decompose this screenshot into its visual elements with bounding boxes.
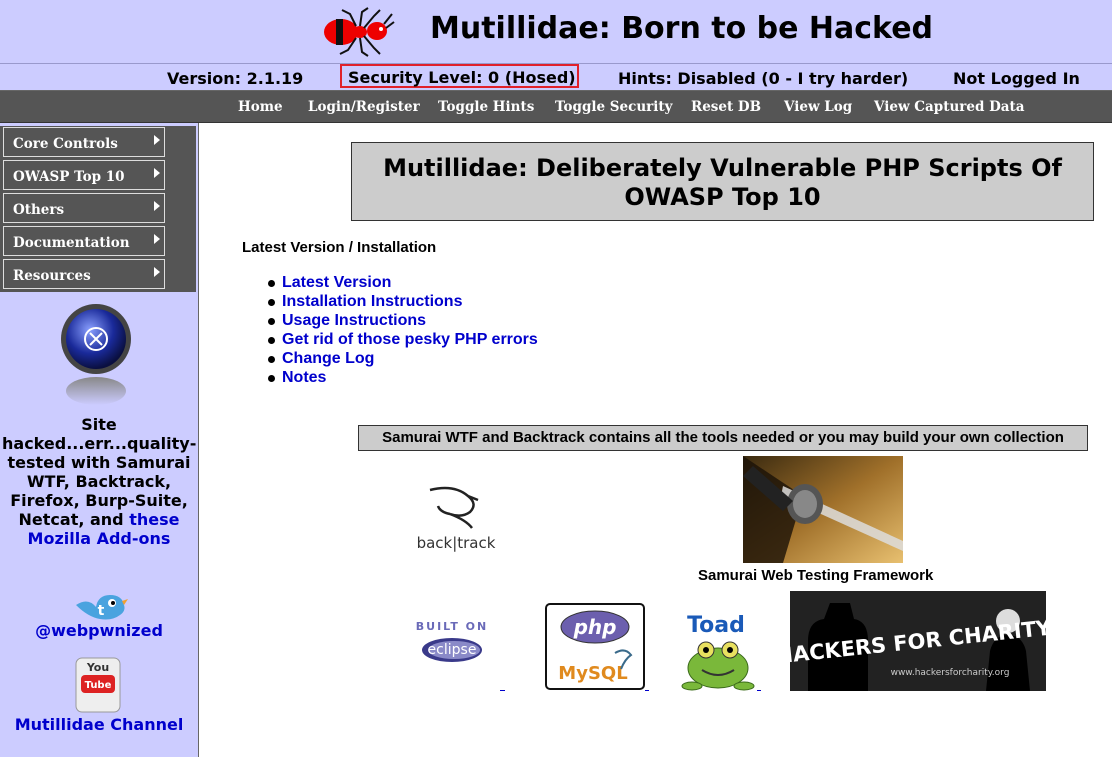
change-log-link[interactable]: Change Log [282,350,374,367]
hfc-url-text: www.hackersforcharity.org [891,668,1010,678]
backtrack-logo[interactable]: back|track [410,484,502,554]
sidebar-item-label: Documentation [13,235,130,251]
mysql-text: MySQL [558,663,627,684]
twitter-link[interactable]: @webpwnized [0,621,198,640]
list-item: Usage Instructions [268,312,538,331]
sidebar-item-label: OWASP Top 10 [13,169,125,185]
install-links-list: Latest Version Installation Instructions… [268,274,538,388]
chevron-right-icon [154,135,160,145]
hackers-for-charity-logo[interactable]: HACKERS FOR CHARITY www.hackersforcharit… [790,591,1046,691]
sidebar-item-label: Resources [13,268,91,284]
security-level-label: Security Level: 0 (Hosed) [340,64,579,88]
version-label: Version: 2.1.19 [167,69,304,88]
sidebar-menu: Core Controls OWASP Top 10 Others Docume… [0,126,196,292]
list-item: Get rid of those pesky PHP errors [268,331,538,350]
eclipse-text: eclipse [428,642,477,658]
chevron-right-icon [154,201,160,211]
status-bar: Version: 2.1.19 Security Level: 0 (Hosed… [0,64,1112,91]
page-header: Mutillidae: Born to be Hacked [0,0,1112,64]
nav-login-register[interactable]: Login/Register [308,99,420,115]
php-mysql-logo[interactable]: php MySQL [545,603,645,690]
ant-logo-icon [324,7,395,57]
samurai-sword-image[interactable] [743,456,903,563]
sidebar: Core Controls OWASP Top 10 Others Docume… [0,123,199,757]
list-item: Notes [268,369,538,388]
chevron-right-icon [154,234,160,244]
eclipse-built-on-text: BUILT ON [416,620,489,633]
top-nav-bar: Home Login/Register Toggle Hints Toggle … [0,91,1112,123]
site-tested-text: Site hacked...err...quality-tested with … [2,415,196,548]
nav-view-captured-data[interactable]: View Captured Data [874,99,1025,115]
sidebar-item-owasp-top-10[interactable]: OWASP Top 10 [3,160,165,190]
usage-instructions-link[interactable]: Usage Instructions [282,312,426,329]
samurai-caption: Samurai Web Testing Framework [698,567,934,584]
chevron-right-icon [154,168,160,178]
youtube-tube-text: Tube [85,680,112,691]
sidebar-item-resources[interactable]: Resources [3,259,165,289]
list-item: Change Log [268,350,538,369]
site-title: Mutillidae: Born to be Hacked [430,11,934,46]
latest-version-link[interactable]: Latest Version [282,274,391,291]
list-item: Installation Instructions [268,293,538,312]
youtube-icon[interactable]: You Tube [75,657,121,713]
link-underline [500,690,505,691]
list-item: Latest Version [268,274,538,293]
hints-status-label: Hints: Disabled (0 - I try harder) [618,69,909,88]
installation-instructions-link[interactable]: Installation Instructions [282,293,462,310]
sidebar-item-label: Core Controls [13,136,118,152]
nav-toggle-security[interactable]: Toggle Security [555,99,673,115]
svg-text:t: t [98,603,105,619]
owasp-logo-icon[interactable] [58,303,134,407]
twitter-bird-icon[interactable]: t [74,585,128,623]
php-text: php [573,615,617,639]
nav-view-log[interactable]: View Log [784,99,852,115]
youtube-channel-link[interactable]: Mutillidae Channel [0,715,198,734]
youtube-you-text: You [86,661,109,674]
nav-home[interactable]: Home [238,99,283,115]
tools-banner: Samurai WTF and Backtrack contains all t… [358,425,1088,451]
toad-logo[interactable]: Toad [678,610,758,692]
sidebar-item-core-controls[interactable]: Core Controls [3,127,165,157]
backtrack-text: back|track [417,534,496,552]
sidebar-item-label: Others [13,202,65,218]
php-errors-link[interactable]: Get rid of those pesky PHP errors [282,331,538,348]
sidebar-item-others[interactable]: Others [3,193,165,223]
link-underline [645,690,649,691]
nav-reset-db[interactable]: Reset DB [691,99,761,115]
link-underline [757,690,761,691]
sidebar-item-documentation[interactable]: Documentation [3,226,165,256]
page-title: Mutillidae: Deliberately Vulnerable PHP … [351,142,1094,221]
nav-toggle-hints[interactable]: Toggle Hints [438,99,534,115]
eclipse-logo[interactable]: BUILT ON eclipse [410,618,496,668]
toad-text: Toad [687,613,745,638]
install-heading: Latest Version / Installation [242,239,437,256]
login-status-label: Not Logged In [953,69,1080,88]
notes-link[interactable]: Notes [282,369,326,386]
chevron-right-icon [154,267,160,277]
